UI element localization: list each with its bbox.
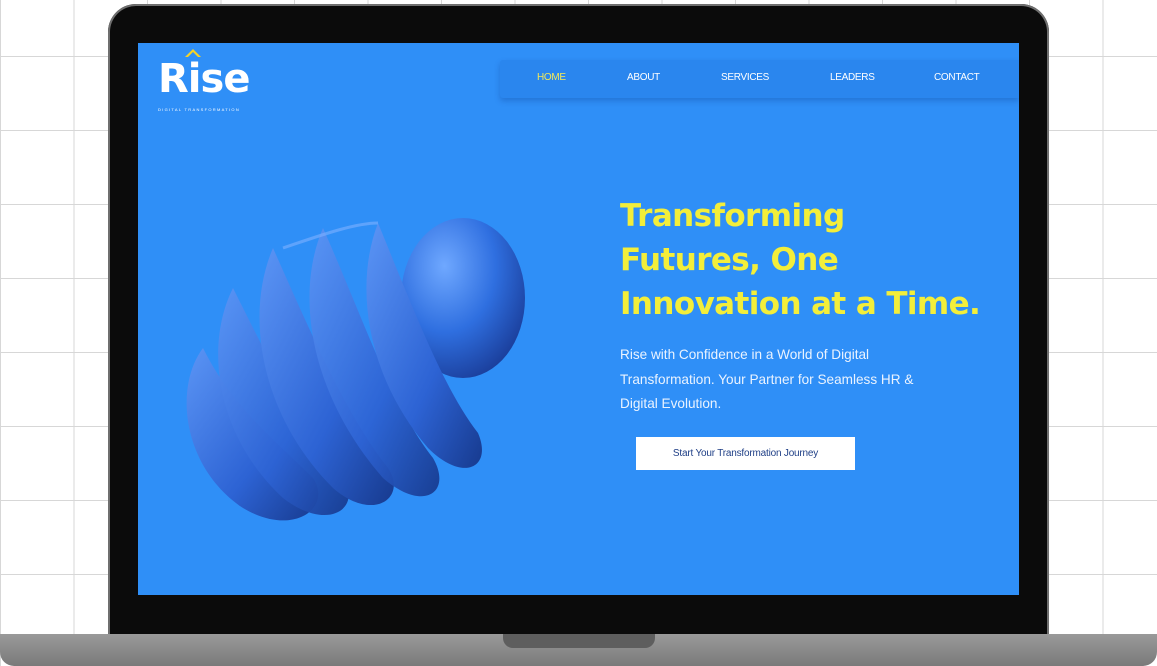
nav-item-services[interactable]: SERVICES [721,72,769,83]
hero-headline: Transforming Futures, One Innovation at … [620,194,1010,326]
website-screen: Rise DIGITAL TRANSFORMATION HOME ABOUT S… [138,43,1019,595]
hero-3d-sphere-illustration [186,218,525,521]
start-journey-button[interactable]: Start Your Transformation Journey [636,437,855,470]
hero-subtext: Rise with Confidence in a World of Digit… [620,343,980,417]
laptop-notch [503,634,655,648]
headline-line: Futures, One [620,242,839,278]
nav-item-home[interactable]: HOME [537,72,566,83]
headline-line: Transforming [620,198,845,234]
subtext-line: Transformation. Your Partner for Seamles… [620,371,914,387]
subtext-line: Digital Evolution. [620,396,722,411]
logo-tagline: DIGITAL TRANSFORMATION [158,107,241,112]
logo-wordmark: Rise [158,56,250,102]
subtext-line: Rise with Confidence in a World of Digit… [620,347,870,362]
nav-item-contact[interactable]: CONTACT [934,72,980,83]
nav-item-leaders[interactable]: LEADERS [830,72,875,83]
headline-line: Innovation at a Time. [620,286,981,322]
nav-item-about[interactable]: ABOUT [627,72,660,83]
main-nav: HOME ABOUT SERVICES LEADERS CONTACT [500,60,1019,98]
